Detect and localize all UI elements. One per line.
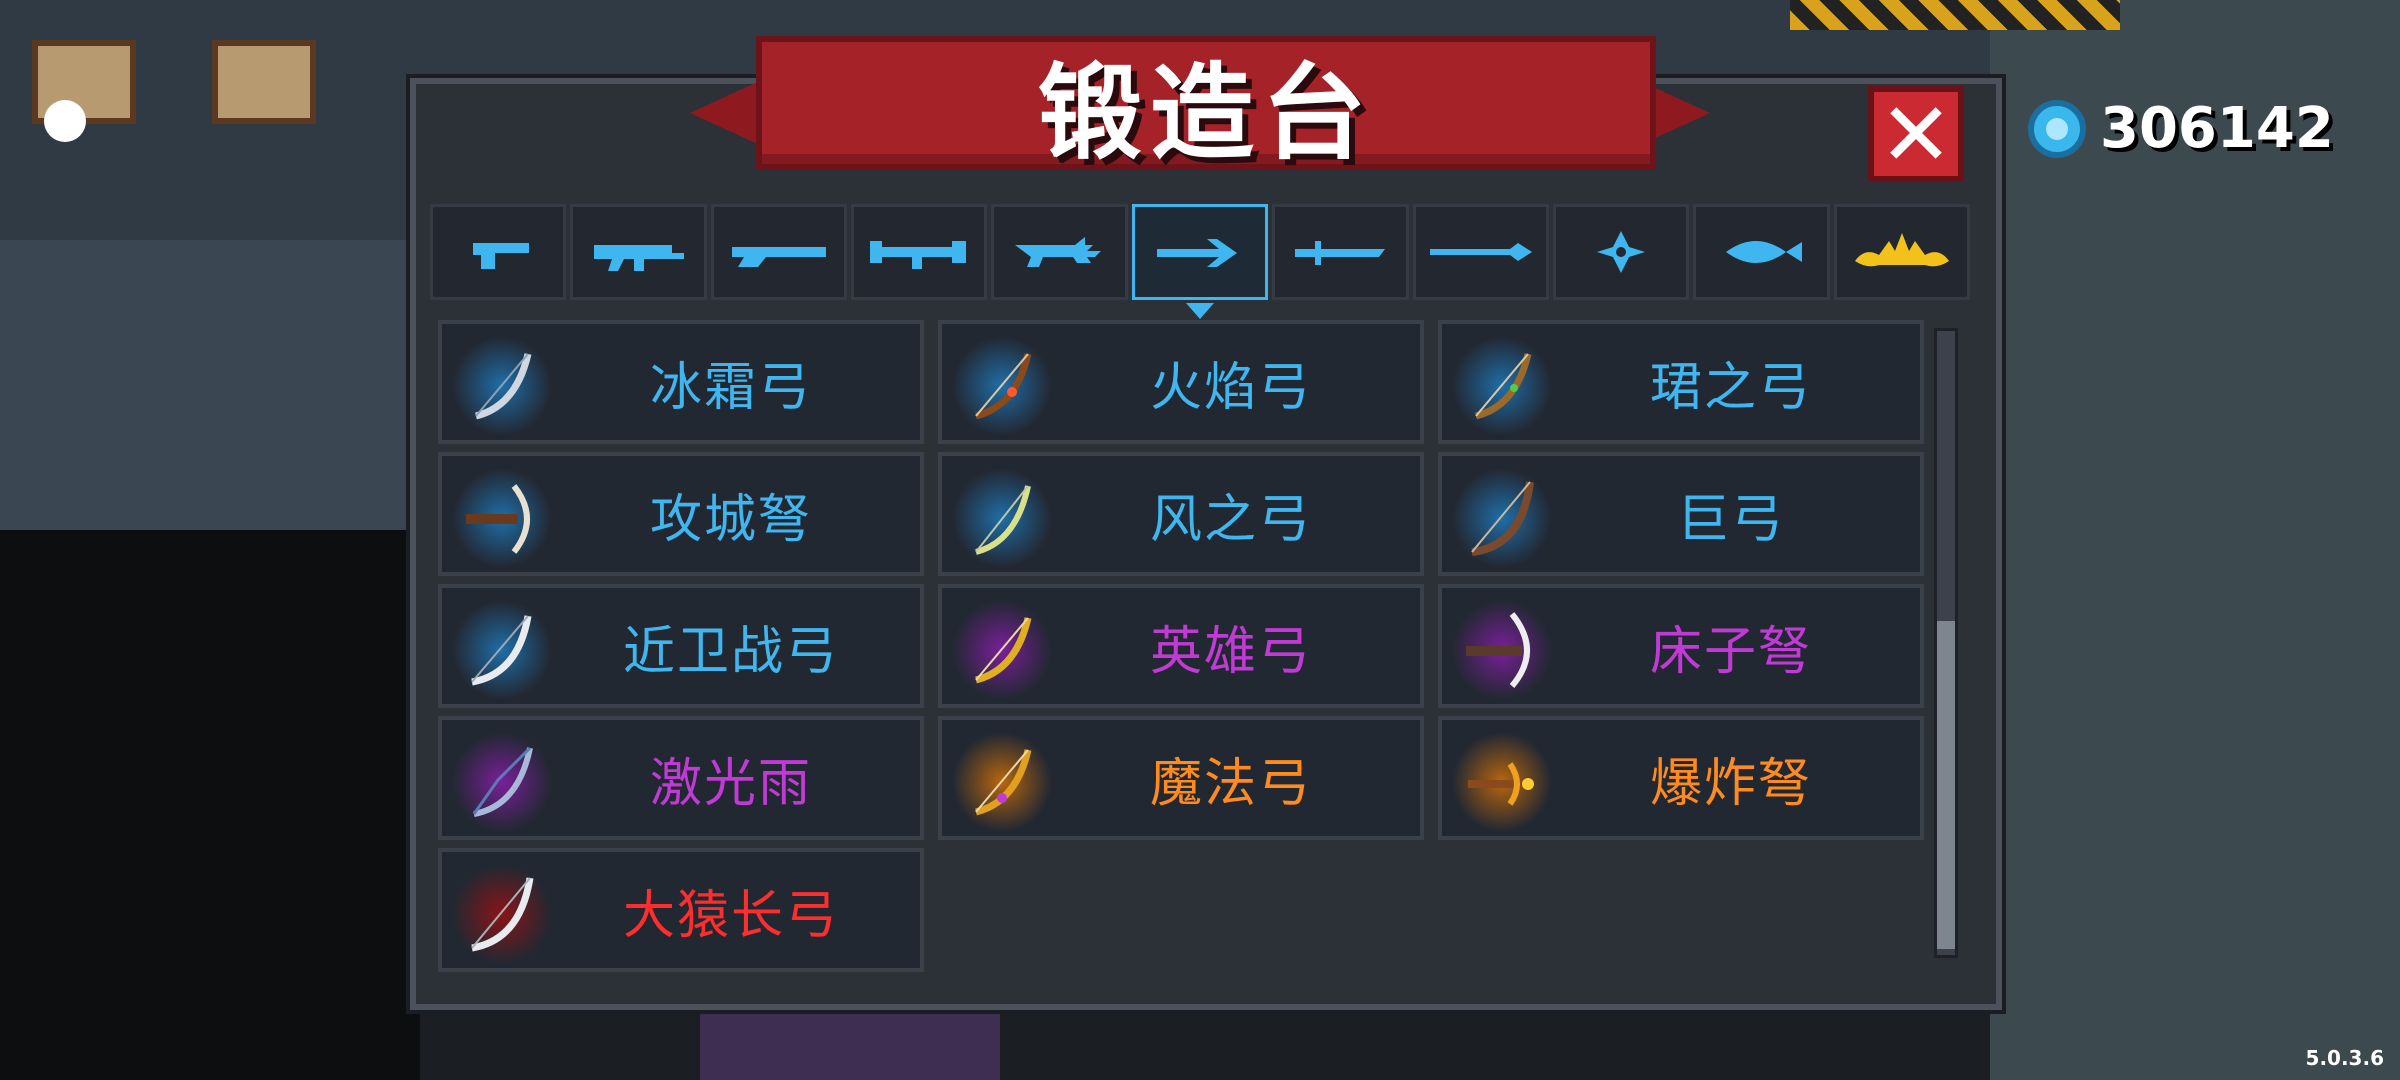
fish-icon <box>1726 241 1803 263</box>
title-banner: 锻造台 <box>756 36 1656 174</box>
background-door <box>700 1000 1000 1080</box>
gem-coin-icon <box>2028 99 2086 158</box>
weapon-item-guard-bow[interactable]: 近卫战弓 <box>438 584 924 708</box>
shuriken-icon <box>1597 231 1646 273</box>
scrollbar-thumb[interactable] <box>1937 621 1955 949</box>
tab-rifle[interactable] <box>570 204 707 300</box>
panel-title: 锻造台 <box>1037 51 1374 174</box>
tab-bow[interactable] <box>1131 204 1269 319</box>
pistol-icon <box>473 243 530 269</box>
weapon-name: 床子弩 <box>1649 621 1812 682</box>
weapon-item-siege-crossbow[interactable]: 攻城弩 <box>438 452 924 576</box>
weapon-item-magic-bow[interactable]: 魔法弓 <box>938 716 1424 840</box>
close-button[interactable]: ✕ <box>1868 83 1964 186</box>
tab-launcher[interactable] <box>851 204 988 300</box>
background-workshop <box>1990 0 2400 1080</box>
weapon-item-flame-bow[interactable]: 火焰弓 <box>938 320 1424 444</box>
wind-bow-icon <box>975 485 1031 555</box>
siege-crossbow-icon <box>466 484 530 554</box>
weapon-item-wind-bow[interactable]: 风之弓 <box>938 452 1424 576</box>
explosive-crossbow-icon <box>1468 762 1534 806</box>
list-scrollbar[interactable] <box>1934 328 1958 958</box>
weapon-item-giant-bow[interactable]: 巨弓 <box>1438 452 1924 576</box>
guard-bow-icon <box>471 615 532 686</box>
magic-bow-icon <box>975 749 1032 816</box>
close-icon: ✕ <box>1879 82 1953 186</box>
weapon-item-hero-bow[interactable]: 英雄弓 <box>938 584 1424 708</box>
great-ape-longbow-icon <box>471 877 534 952</box>
weapon-category-tabs <box>430 204 1970 319</box>
weapon-item-frost-bow[interactable]: 冰霜弓 <box>438 320 924 444</box>
weapon-name: 爆炸弩 <box>1649 753 1812 814</box>
weapon-name: 攻城弩 <box>649 489 812 550</box>
tab-special[interactable] <box>1833 204 1970 300</box>
weapon-name: 巨弓 <box>1676 489 1785 550</box>
weapon-name: 近卫战弓 <box>622 621 839 682</box>
tab-spear[interactable] <box>1412 204 1549 300</box>
hero-bow-icon <box>975 617 1032 684</box>
bed-crossbow-icon <box>1466 612 1530 688</box>
weapon-name: 风之弓 <box>1149 489 1312 550</box>
version-label: 5.0.3.6 <box>2305 1046 2384 1070</box>
rifle-icon <box>593 245 684 271</box>
weapon-name: 火焰弓 <box>1149 357 1312 418</box>
weapon-item-jun-bow[interactable]: 珺之弓 <box>1438 320 1924 444</box>
tab-laser[interactable] <box>991 204 1128 300</box>
frost-bow-icon <box>475 353 532 420</box>
laser-rain-icon <box>472 746 533 817</box>
weapon-name: 魔法弓 <box>1149 753 1312 814</box>
weapon-name: 大猿长弓 <box>622 885 839 946</box>
sword-icon <box>1295 241 1386 265</box>
tab-shotgun[interactable] <box>710 204 848 300</box>
tab-pistol[interactable] <box>430 204 567 300</box>
currency-display: 306142 <box>2028 96 2334 161</box>
spear-icon <box>1429 243 1532 261</box>
tab-throwing[interactable] <box>1552 204 1690 300</box>
weapon-list: 冰霜弓 火焰弓 珺之弓 攻城弩 风之弓 巨弓 近卫战弓 英雄弓 床子弩 激光雨 … <box>438 320 1924 972</box>
weapon-name: 冰霜弓 <box>649 357 812 418</box>
weapon-item-laser-rain[interactable]: 激光雨 <box>438 716 924 840</box>
weapon-name: 英雄弓 <box>1149 621 1312 682</box>
weapon-item-bed-crossbow[interactable]: 床子弩 <box>1438 584 1924 708</box>
background-void <box>0 530 420 1080</box>
tab-sword[interactable] <box>1272 204 1409 300</box>
crown-icon <box>1854 233 1949 267</box>
weapon-name: 珺之弓 <box>1649 357 1812 418</box>
shotgun-icon <box>731 247 826 267</box>
tab-fish[interactable] <box>1693 204 1830 300</box>
flame-bow-icon <box>975 353 1032 420</box>
weapon-item-great-ape-longbow[interactable]: 大猿长弓 <box>438 848 924 972</box>
jun-bow-icon <box>1475 353 1532 420</box>
weapon-name: 激光雨 <box>649 753 812 814</box>
wall-picture-frame <box>212 40 316 124</box>
background-floor <box>0 240 420 530</box>
currency-value: 306142 <box>2100 96 2334 161</box>
laser-gun-icon <box>1014 237 1101 267</box>
giant-bow-icon <box>1471 481 1534 556</box>
hazard-stripe <box>1790 0 2120 30</box>
launcher-icon <box>870 241 967 269</box>
weapon-item-explosive-crossbow[interactable]: 爆炸弩 <box>1438 716 1924 840</box>
joystick-dot[interactable] <box>44 100 86 142</box>
bow-icon <box>1156 239 1237 267</box>
